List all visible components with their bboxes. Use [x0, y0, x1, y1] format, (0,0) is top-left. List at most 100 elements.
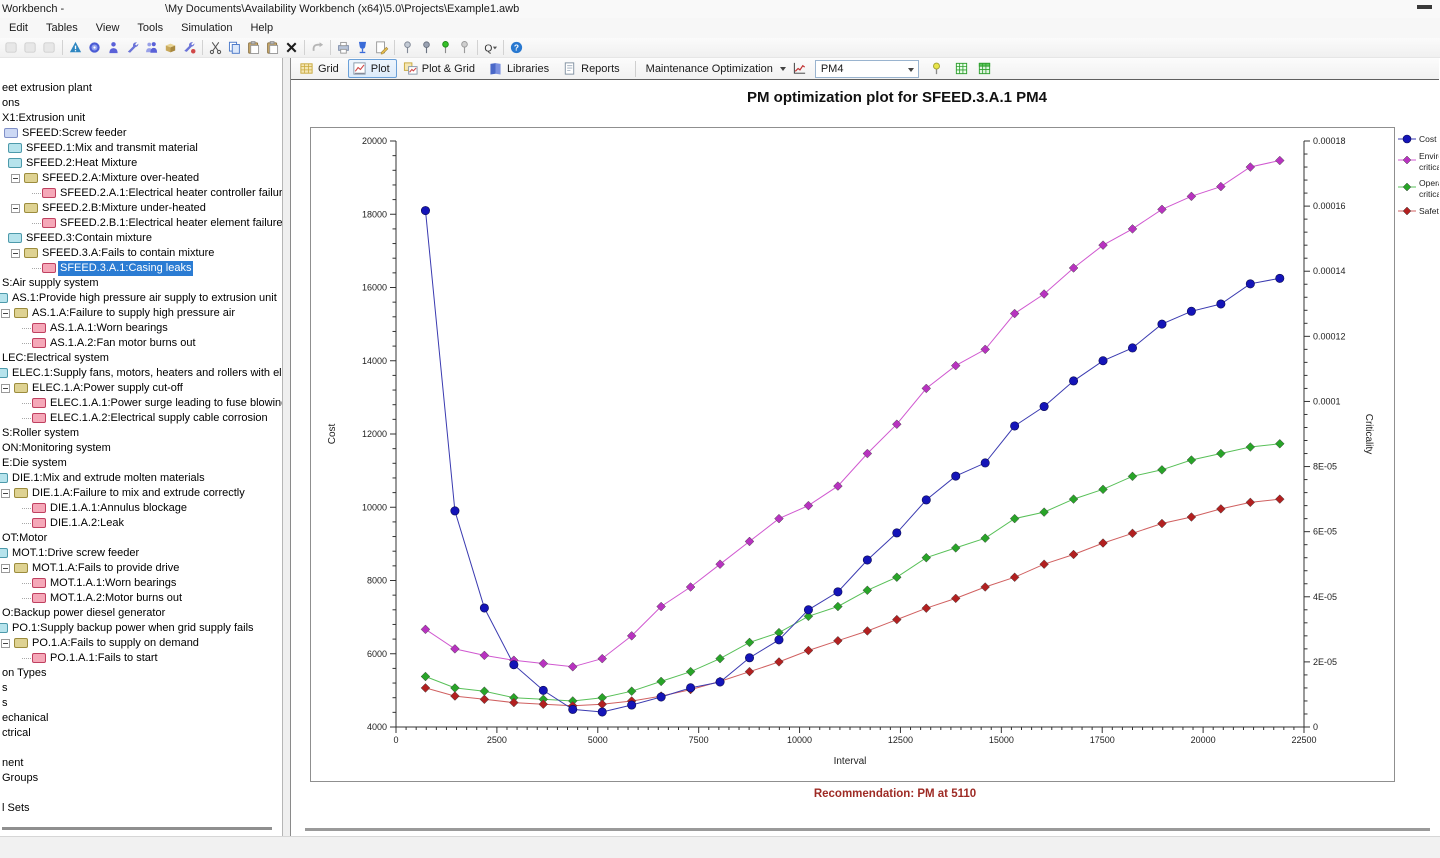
tree-row[interactable]: DIE.1.A.2:Leak — [0, 516, 282, 531]
tree-row[interactable]: AS.1.A.1:Worn bearings — [0, 321, 282, 336]
tree-row[interactable]: MOT.1.A:Fails to provide drive — [0, 561, 282, 576]
help-button[interactable]: ? — [507, 39, 526, 57]
tree-row[interactable]: AS.1:Provide high pressure air supply to… — [0, 291, 282, 306]
tree-row[interactable]: Groups — [0, 771, 282, 786]
warning-triangle-button[interactable] — [66, 39, 85, 57]
tree-node-label[interactable]: Groups — [0, 771, 40, 786]
tree-node-label[interactable]: DIE.1.A:Failure to mix and extrude corre… — [30, 486, 247, 501]
tree-row[interactable]: s — [0, 681, 282, 696]
tree-node-label[interactable]: DIE.1.A.1:Annulus blockage — [48, 501, 189, 516]
tree-row[interactable]: ELEC.1.A:Power supply cut-off — [0, 381, 282, 396]
tree-node-label[interactable]: S:Roller system — [0, 426, 81, 441]
tree-node-label[interactable]: SFEED:Screw feeder — [20, 126, 129, 141]
tree-collapse-icon[interactable] — [1, 309, 10, 318]
pin-green-button[interactable] — [436, 39, 455, 57]
tree-node-label[interactable]: S:Air supply system — [0, 276, 101, 291]
tree-node-label[interactable]: SFEED.2.A.1:Electrical heater controller… — [58, 186, 283, 201]
tree-row[interactable]: s — [0, 696, 282, 711]
tree-node-label[interactable]: SFEED.2.B:Mixture under-heated — [40, 201, 208, 216]
window-minimize-icon[interactable] — [1417, 5, 1432, 9]
tree-row[interactable]: ELEC.1.A.2:Electrical supply cable corro… — [0, 411, 282, 426]
tree-node-label[interactable]: PO.1:Supply backup power when grid suppl… — [10, 621, 256, 636]
tree-node-label[interactable]: AS.1.A:Failure to supply high pressure a… — [30, 306, 237, 321]
tree-node-label[interactable]: s — [0, 696, 10, 711]
grid-table-button[interactable] — [952, 60, 971, 78]
cut-button[interactable] — [206, 39, 225, 57]
tree-row[interactable]: OT:Motor — [0, 531, 282, 546]
tree-node-label[interactable]: AS.1.A.1:Worn bearings — [48, 321, 170, 336]
tree-node-label[interactable]: ON:Monitoring system — [0, 441, 113, 456]
tree-row[interactable]: SFEED.3.A:Fails to contain mixture — [0, 246, 282, 261]
edit-document-button[interactable] — [372, 39, 391, 57]
view-button-libraries[interactable]: Libraries — [484, 59, 556, 78]
tree-row[interactable]: ons — [0, 96, 282, 111]
team-icon-button[interactable] — [142, 39, 161, 57]
tree-row[interactable]: SFEED.3.A.1:Casing leaks — [0, 261, 282, 276]
person-icon-button[interactable] — [104, 39, 123, 57]
pm-task-combobox[interactable]: PM4 — [815, 60, 919, 78]
view-button-grid[interactable]: Grid — [295, 59, 346, 78]
tools-icon-button[interactable] — [180, 39, 199, 57]
menu-tables[interactable]: Tables — [37, 20, 87, 36]
pushpin-light-button[interactable] — [398, 39, 417, 57]
tree-row[interactable]: echanical — [0, 711, 282, 726]
tree-node-label[interactable]: AS.1:Provide high pressure air supply to… — [10, 291, 279, 306]
tree-node-label[interactable]: E:Die system — [0, 456, 69, 471]
view-button-plot-grid[interactable]: Plot & Grid — [399, 59, 482, 78]
tree-node-label[interactable]: LEC:Electrical system — [0, 351, 111, 366]
pin-yellow-button[interactable] — [927, 60, 946, 78]
tree-row[interactable]: MOT.1.A.1:Worn bearings — [0, 576, 282, 591]
tree-horizontal-scrollbar[interactable] — [2, 827, 272, 830]
tree-row[interactable]: AS.1.A:Failure to supply high pressure a… — [0, 306, 282, 321]
tree-row[interactable]: O:Backup power diesel generator — [0, 606, 282, 621]
open-project-button[interactable] — [21, 39, 40, 57]
tree-node-label[interactable]: PO.1.A:Fails to supply on demand — [30, 636, 201, 651]
paste-special-button[interactable] — [263, 39, 282, 57]
tree-collapse-icon[interactable] — [1, 564, 10, 573]
package-icon-button[interactable] — [161, 39, 180, 57]
tree-node-label[interactable]: DIE.1.A.2:Leak — [48, 516, 126, 531]
target-icon-button[interactable] — [85, 39, 104, 57]
tree-row[interactable]: SFEED:Screw feeder — [0, 126, 282, 141]
tree-node-label[interactable]: eet extrusion plant — [0, 81, 94, 96]
tree-node-label[interactable]: SFEED.3:Contain mixture — [24, 231, 154, 246]
mo-chart-icon-button[interactable] — [790, 60, 809, 78]
tree-row[interactable]: SFEED.2.B:Mixture under-heated — [0, 201, 282, 216]
tree-node-label[interactable]: MOT.1:Drive screw feeder — [10, 546, 141, 561]
panel-splitter[interactable] — [283, 58, 290, 836]
tree-row[interactable]: DIE.1:Mix and extrude molten materials — [0, 471, 282, 486]
tree-row[interactable]: SFEED.2:Heat Mixture — [0, 156, 282, 171]
tree-row[interactable]: on Types — [0, 666, 282, 681]
pushpin-dark-button[interactable] — [417, 39, 436, 57]
grid-table-header-button[interactable] — [975, 60, 994, 78]
menu-tools[interactable]: Tools — [128, 20, 172, 36]
tree-node-label[interactable]: DIE.1:Mix and extrude molten materials — [10, 471, 207, 486]
tree-row[interactable]: MOT.1:Drive screw feeder — [0, 546, 282, 561]
tree-row[interactable]: PO.1:Supply backup power when grid suppl… — [0, 621, 282, 636]
tree-node-label[interactable]: on Types — [0, 666, 48, 681]
tree-row[interactable]: DIE.1.A.1:Annulus blockage — [0, 501, 282, 516]
tree-node-label[interactable]: SFEED.2.B.1:Electrical heater element fa… — [58, 216, 283, 231]
tree-collapse-icon[interactable] — [11, 249, 20, 258]
view-button-reports[interactable]: Reports — [558, 59, 627, 78]
tree-node-label[interactable]: SFEED.1:Mix and transmit material — [24, 141, 200, 156]
tree-row[interactable] — [0, 786, 282, 801]
menu-view[interactable]: View — [87, 20, 129, 36]
tree-row[interactable]: l Sets — [0, 801, 282, 816]
tree-row[interactable] — [0, 741, 282, 756]
tree-node-label[interactable]: ELEC.1.A.2:Electrical supply cable corro… — [48, 411, 270, 426]
tree-node-label[interactable]: MOT.1.A.2:Motor burns out — [48, 591, 184, 606]
tree-node-label[interactable]: s — [0, 681, 10, 696]
tree-node-label[interactable]: ons — [0, 96, 22, 111]
tree-row[interactable]: ctrical — [0, 726, 282, 741]
tree-node-label[interactable]: MOT.1.A:Fails to provide drive — [30, 561, 181, 576]
tree-collapse-icon[interactable] — [1, 489, 10, 498]
tree-row[interactable]: AS.1.A.2:Fan motor burns out — [0, 336, 282, 351]
tree-row[interactable]: S:Roller system — [0, 426, 282, 441]
tree-node-label[interactable]: MOT.1.A.1:Worn bearings — [48, 576, 178, 591]
tree-collapse-icon[interactable] — [11, 204, 20, 213]
tree-node-label[interactable]: SFEED.3.A:Fails to contain mixture — [40, 246, 216, 261]
tree-row[interactable]: SFEED.2.A.1:Electrical heater controller… — [0, 186, 282, 201]
tree-row[interactable]: nent — [0, 756, 282, 771]
tree-row[interactable]: ELEC.1.A.1:Power surge leading to fuse b… — [0, 396, 282, 411]
